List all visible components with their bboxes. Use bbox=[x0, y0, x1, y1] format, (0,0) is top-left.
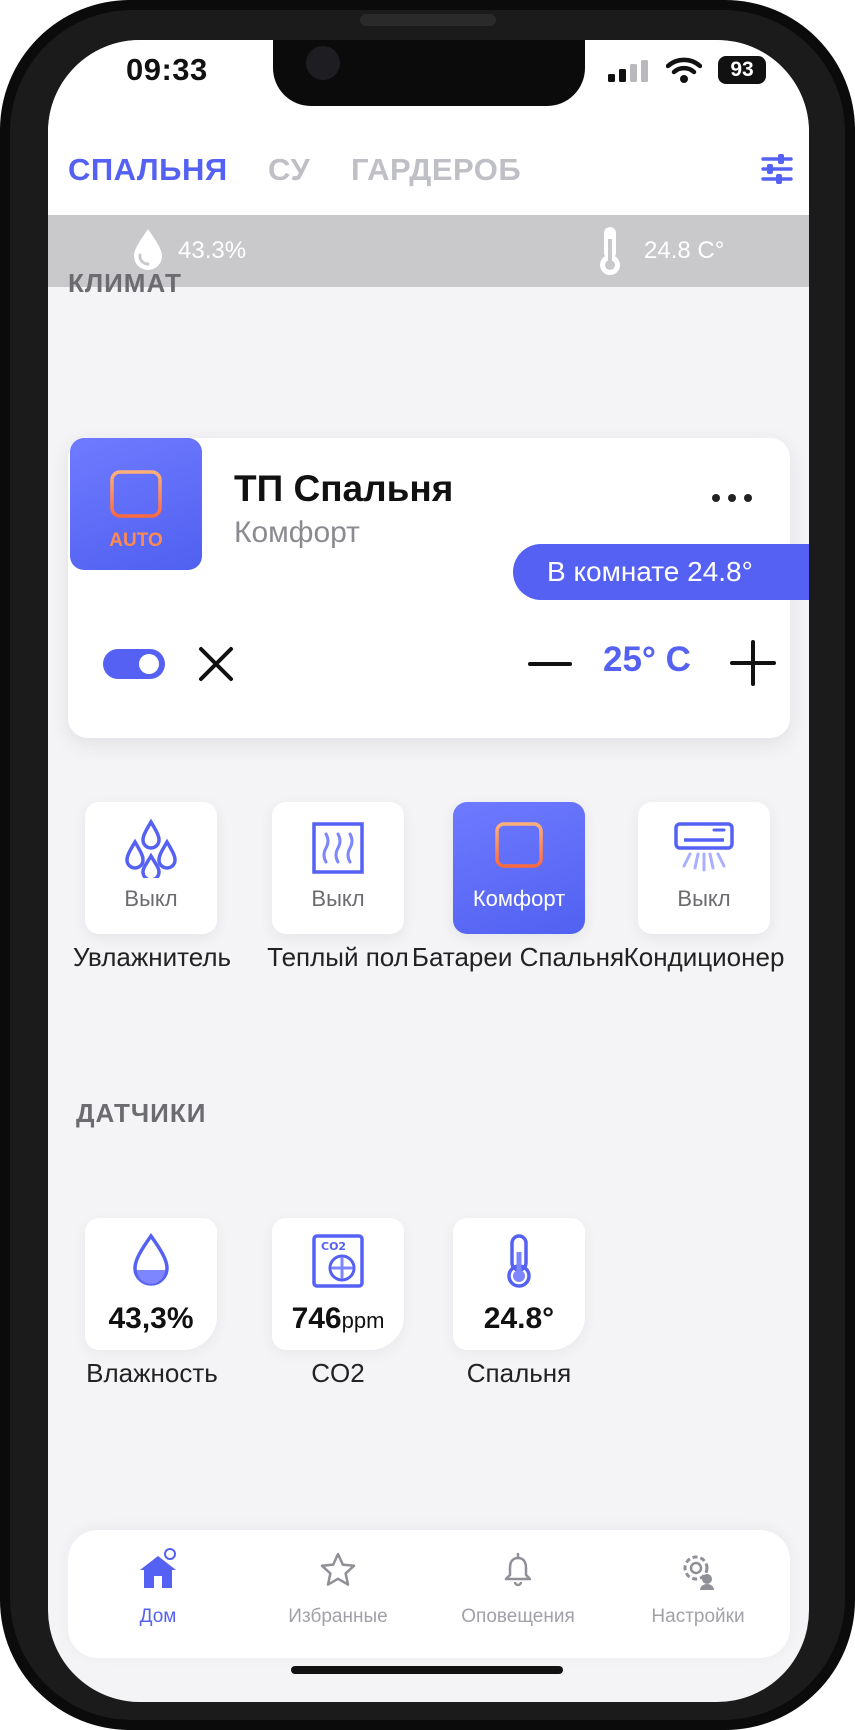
thermostat-title: ТП Спальня bbox=[234, 468, 454, 509]
filter-settings-icon[interactable] bbox=[760, 152, 794, 186]
bottom-navigation: Дом Избранные Оповещения Настройки bbox=[68, 1530, 790, 1658]
device-state: Выкл bbox=[677, 886, 731, 911]
device-label: Увлажнитель bbox=[72, 942, 232, 972]
section-title-climate: КЛИМАТ bbox=[68, 268, 182, 298]
phone-frame: 09:33 93 СПАЛЬНЯ СУ ГАРДЕРОБ 43.3% 24.8 … bbox=[0, 0, 855, 1730]
radiator-icon bbox=[104, 470, 168, 524]
summary-temperature: 24.8 C° bbox=[644, 237, 725, 264]
nav-label: Оповещения bbox=[461, 1606, 575, 1627]
sensor-value: 746ppm bbox=[291, 1302, 385, 1335]
nav-label: Избранные bbox=[288, 1606, 388, 1627]
star-icon bbox=[320, 1552, 356, 1586]
summary-humidity: 43.3% bbox=[178, 237, 247, 264]
sensor-label: CO2 bbox=[311, 1358, 365, 1388]
nav-label: Дом bbox=[139, 1606, 177, 1627]
sensor-value: 24.8° bbox=[483, 1302, 555, 1335]
auto-badge: AUTO bbox=[109, 530, 163, 551]
tab-bathroom[interactable]: СУ bbox=[268, 152, 310, 188]
more-options-icon[interactable] bbox=[708, 488, 758, 508]
device-tile-radiators[interactable]: Комфорт bbox=[453, 802, 585, 934]
nav-settings[interactable]: Настройки bbox=[608, 1548, 788, 1648]
signal-icon bbox=[608, 60, 648, 82]
tab-bedroom[interactable]: СПАЛЬНЯ bbox=[68, 152, 228, 188]
status-time: 09:33 bbox=[126, 52, 208, 87]
close-icon[interactable] bbox=[196, 644, 236, 684]
device-tile-air-conditioner[interactable]: Выкл bbox=[638, 802, 770, 934]
nav-home[interactable]: Дом bbox=[68, 1548, 248, 1648]
sensor-label: Влажность bbox=[86, 1358, 218, 1388]
co2-icon: CO2 bbox=[312, 1234, 364, 1288]
device-label: Кондиционер bbox=[623, 942, 785, 972]
home-indicator[interactable] bbox=[291, 1666, 563, 1674]
humidity-icon bbox=[133, 1232, 169, 1286]
tab-wardrobe[interactable]: ГАРДЕРОБ bbox=[351, 152, 521, 188]
target-temperature: 25° C bbox=[603, 640, 691, 679]
device-state: Выкл bbox=[124, 886, 178, 911]
thermometer-icon bbox=[600, 227, 620, 275]
speaker-grille bbox=[360, 14, 496, 26]
radiator-icon bbox=[489, 822, 549, 874]
device-tile-heated-floor[interactable]: Выкл bbox=[272, 802, 404, 934]
nav-favorites[interactable]: Избранные bbox=[248, 1548, 428, 1648]
svg-text:CO2: CO2 bbox=[321, 1240, 346, 1253]
humidity-drop-icon bbox=[134, 229, 162, 270]
device-state: Выкл bbox=[311, 886, 365, 911]
battery-indicator: 93 bbox=[718, 56, 766, 84]
thermostat-mode: Комфорт bbox=[234, 516, 360, 549]
thermostat-device-tile[interactable]: AUTO bbox=[70, 438, 202, 570]
nav-notifications[interactable]: Оповещения bbox=[428, 1548, 608, 1648]
thermometer-icon bbox=[507, 1234, 531, 1288]
status-icons: 93 bbox=[608, 54, 798, 88]
decrease-temperature-button[interactable] bbox=[528, 644, 572, 684]
front-camera bbox=[306, 46, 340, 80]
device-tile-humidifier[interactable]: Выкл bbox=[85, 802, 217, 934]
heated-floor-icon bbox=[312, 822, 364, 874]
sensor-label: Спальня bbox=[466, 1358, 572, 1388]
sensor-value: 43,3% bbox=[108, 1302, 194, 1335]
home-icon bbox=[140, 1548, 176, 1588]
room-temperature-pill: В комнате 24.8° bbox=[513, 544, 809, 600]
nav-label: Настройки bbox=[651, 1606, 745, 1627]
screen: 09:33 93 СПАЛЬНЯ СУ ГАРДЕРОБ 43.3% 24.8 … bbox=[48, 40, 809, 1702]
notch bbox=[273, 40, 585, 106]
device-label: Батареи Спальня bbox=[411, 942, 625, 972]
bell-icon bbox=[504, 1552, 532, 1587]
increase-temperature-button[interactable] bbox=[728, 638, 778, 688]
air-conditioner-icon bbox=[674, 822, 734, 872]
device-state: Комфорт bbox=[472, 886, 566, 911]
sensor-humidity[interactable]: 43,3% bbox=[85, 1218, 217, 1350]
wifi-icon bbox=[666, 57, 702, 83]
sensor-bedroom-temperature[interactable]: 24.8° bbox=[453, 1218, 585, 1350]
droplets-icon bbox=[125, 818, 177, 878]
toggle-knob bbox=[139, 654, 159, 674]
section-title-sensors: ДАТЧИКИ bbox=[76, 1098, 207, 1128]
power-toggle[interactable] bbox=[103, 649, 165, 679]
sensor-co2[interactable]: CO2 746ppm bbox=[272, 1218, 404, 1350]
settings-icon bbox=[683, 1555, 714, 1590]
